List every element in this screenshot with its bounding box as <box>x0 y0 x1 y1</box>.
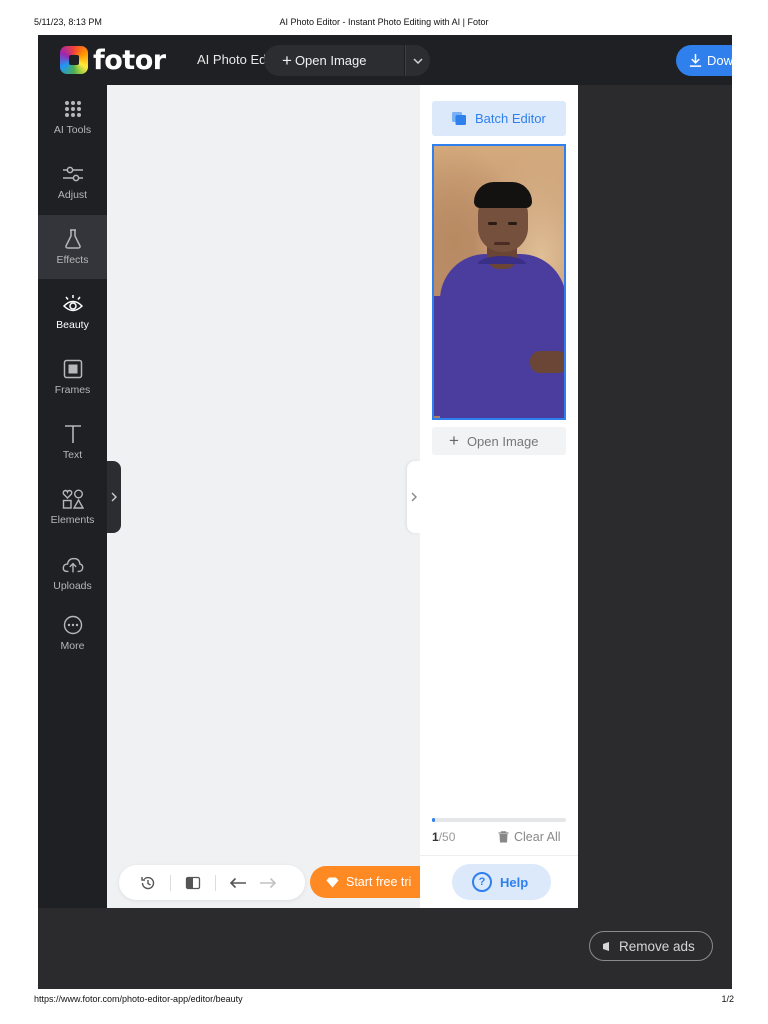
sidebar-item-label: Text <box>62 449 83 461</box>
photo-subject-eye <box>508 222 517 225</box>
chevron-right-icon <box>111 492 117 502</box>
sidebar-item-label: Frames <box>54 384 91 396</box>
sidebar-item-label: Elements <box>50 514 95 526</box>
help-button[interactable]: ? Help <box>452 864 551 900</box>
cloud-upload-icon <box>62 554 84 576</box>
download-label: Dow <box>707 53 732 68</box>
ad-tag-icon <box>603 941 609 951</box>
question-icon: ? <box>472 872 492 892</box>
print-url: https://www.fotor.com/photo-editor-app/e… <box>34 994 243 1004</box>
remove-ads-label: Remove ads <box>619 938 695 954</box>
fotor-app: fotor AI Photo Editor + Open Image Dow A… <box>38 35 732 989</box>
history-icon[interactable] <box>137 872 159 894</box>
image-count-current: 1 <box>432 830 439 844</box>
remove-ads-button[interactable]: Remove ads <box>589 931 713 961</box>
sidebar-item-beauty[interactable]: Beauty <box>38 280 107 344</box>
fotor-logo-text: fotor <box>93 44 166 76</box>
download-icon <box>689 53 702 67</box>
batch-stack-icon <box>452 112 466 125</box>
sidebar-item-label: Adjust <box>57 189 88 201</box>
sidebar-item-label: More <box>60 640 85 652</box>
print-header: 5/11/23, 8:13 PM AI Photo Editor - Insta… <box>0 17 768 29</box>
frame-icon <box>62 358 84 380</box>
trash-icon <box>498 831 509 843</box>
panel-open-image-button[interactable]: + Open Image <box>432 427 566 455</box>
photo-subject-collar <box>478 256 526 272</box>
sidebar-item-adjust[interactable]: Adjust <box>38 150 107 214</box>
image-count-total: /50 <box>438 830 456 844</box>
batch-progress-bar <box>432 818 566 822</box>
chevron-right-icon <box>411 492 417 502</box>
collapse-right-panel-handle[interactable] <box>407 461 420 533</box>
canvas-toolbar <box>119 865 305 900</box>
sidebar-item-ai-tools[interactable]: AI Tools <box>38 85 107 149</box>
batch-editor-label: Batch Editor <box>475 111 546 126</box>
fotor-logo[interactable]: fotor <box>60 44 166 76</box>
sidebar-item-label: Beauty <box>56 319 89 331</box>
compare-icon[interactable] <box>182 872 204 894</box>
open-image-dropdown[interactable] <box>405 45 430 76</box>
start-free-trial-label: Start free tri <box>346 875 412 889</box>
print-page-number: 1/2 <box>721 994 734 1004</box>
plus-icon: + <box>449 431 459 450</box>
help-label: Help <box>500 874 529 890</box>
undo-icon[interactable] <box>227 872 249 894</box>
clear-all-button[interactable]: Clear All <box>498 830 561 844</box>
chevron-down-icon <box>413 57 423 64</box>
sidebar: AI Tools Adjust Effects Beauty Frames Te… <box>38 85 107 908</box>
more-icon <box>62 614 84 636</box>
photo-thumbnail[interactable] <box>432 144 566 420</box>
flask-icon <box>62 228 84 250</box>
toolbar-divider <box>170 874 171 891</box>
batch-editor-button[interactable]: Batch Editor <box>432 101 566 136</box>
editor-canvas[interactable] <box>107 85 420 908</box>
sidebar-item-uploads[interactable]: Uploads <box>38 541 107 605</box>
batch-progress-fill <box>432 818 435 822</box>
print-page-title: AI Photo Editor - Instant Photo Editing … <box>279 17 489 27</box>
sidebar-item-label: Uploads <box>53 580 92 592</box>
batch-panel: Batch Editor + Open Image 1/50 Clear All… <box>420 85 578 908</box>
clear-all-label: Clear All <box>514 830 561 844</box>
open-image-button[interactable]: + Open Image <box>264 45 404 76</box>
shapes-icon <box>62 488 84 510</box>
eye-icon <box>62 293 84 315</box>
print-footer: https://www.fotor.com/photo-editor-app/e… <box>0 994 768 1006</box>
photo-subject-arm <box>434 296 456 416</box>
photo-subject-eye <box>488 222 497 225</box>
sidebar-item-text[interactable]: Text <box>38 410 107 474</box>
download-button[interactable]: Dow <box>676 45 732 76</box>
photo-subject-hair <box>474 182 532 208</box>
fotor-logo-icon <box>60 46 88 74</box>
sliders-icon <box>62 163 84 185</box>
panel-open-image-label: Open Image <box>466 433 539 449</box>
panel-divider <box>420 855 578 856</box>
open-image-label: Open Image <box>294 53 367 68</box>
sidebar-item-elements[interactable]: Elements <box>38 475 107 539</box>
photo-subject-mouth <box>494 242 510 245</box>
photo-subject-shirt <box>440 254 564 418</box>
sidebar-item-effects[interactable]: Effects <box>38 215 107 279</box>
grid-dots-icon <box>62 98 84 120</box>
image-count: 1/50 <box>432 830 455 844</box>
diamond-icon <box>326 877 339 887</box>
start-free-trial-button[interactable]: Start free tri <box>310 866 430 898</box>
expand-left-panel-handle[interactable] <box>107 461 121 533</box>
plus-icon: + <box>282 50 292 70</box>
text-icon <box>62 423 84 445</box>
sidebar-item-more[interactable]: More <box>38 601 107 665</box>
sidebar-item-label: Effects <box>56 254 89 266</box>
redo-icon[interactable] <box>257 872 279 894</box>
top-bar: fotor AI Photo Editor + Open Image Dow <box>38 35 732 85</box>
photo-subject-hand <box>530 351 564 373</box>
sidebar-item-frames[interactable]: Frames <box>38 345 107 409</box>
sidebar-item-label: AI Tools <box>53 124 92 136</box>
toolbar-divider <box>215 874 216 891</box>
